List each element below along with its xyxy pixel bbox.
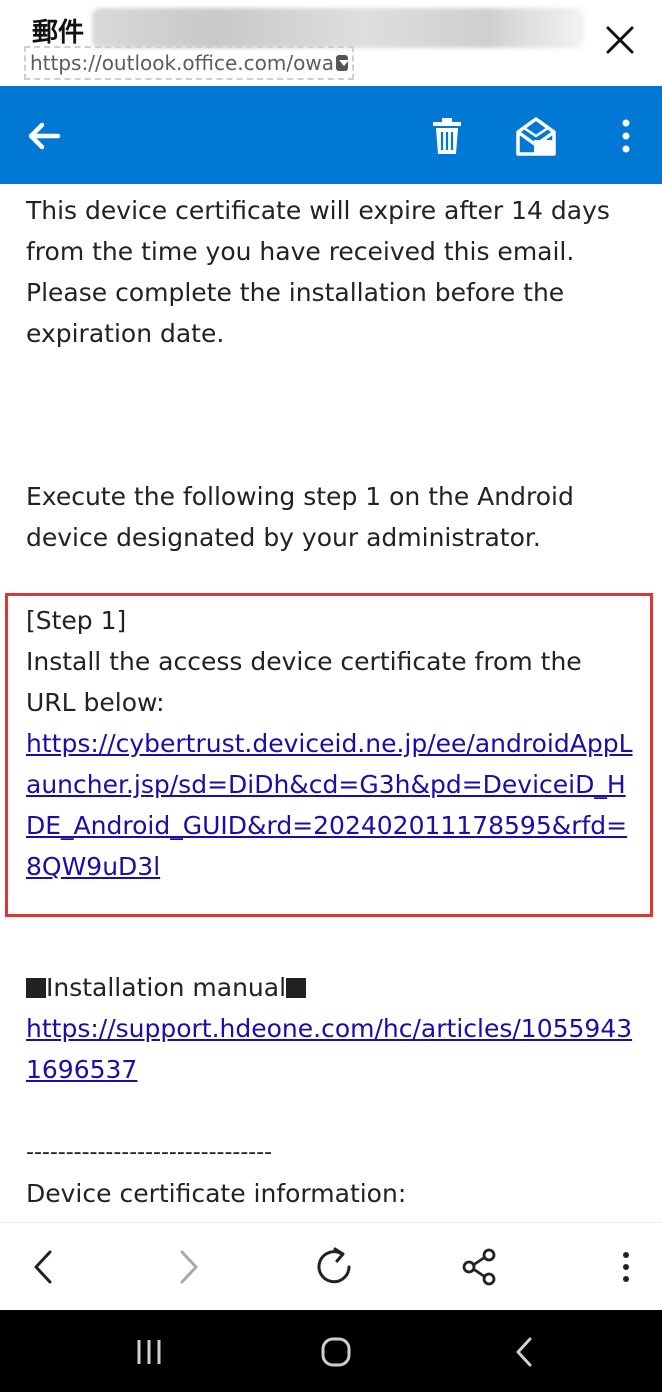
cert-info-label: Device certificate information: [26,1179,407,1208]
system-nav-bar [0,1310,662,1392]
share-icon[interactable] [455,1243,503,1291]
more-vertical-icon[interactable] [602,1243,650,1291]
browser-nav-bar [0,1222,662,1311]
mark-read-icon[interactable] [512,112,560,160]
chevron-down-icon[interactable] [335,55,350,71]
square-bullet-icon [26,978,46,998]
more-vertical-icon[interactable] [602,112,650,160]
back-icon[interactable] [20,1243,68,1291]
certificate-install-link[interactable]: https://cybertrust.deviceid.ne.jp/ee/and… [26,729,633,881]
step-heading: [Step 1] [26,606,127,635]
mail-toolbar [0,86,662,184]
square-bullet-icon [286,978,307,998]
manual-section: Installation manual https://support.hdeo… [26,967,638,1090]
instruction-paragraph: Execute the following step 1 on the Andr… [26,482,574,552]
url-text: https://outlook.office.com/owa [30,51,334,75]
reload-icon[interactable] [310,1243,358,1291]
arrow-left-icon[interactable] [20,112,68,160]
installation-manual-link[interactable]: https://support.hdeone.com/hc/articles/1… [26,1014,632,1084]
manual-label: Installation manual [46,973,287,1002]
close-icon[interactable] [598,18,642,62]
page-title: 郵件 [32,18,85,48]
recent-apps-icon[interactable] [127,1330,171,1374]
manual-heading: Installation manual [26,967,638,1008]
url-bar[interactable]: https://outlook.office.com/owa [24,46,354,80]
system-back-icon[interactable] [502,1330,546,1374]
trash-icon[interactable] [423,112,471,160]
info-section: ------------------------------- Device c… [26,1132,638,1214]
blurred-subject [92,8,584,48]
home-icon[interactable] [314,1330,358,1374]
divider-line: ------------------------------- [26,1140,273,1165]
forward-icon[interactable] [164,1243,212,1291]
step-section: [Step 1] Install the access device certi… [26,600,638,887]
step-text: Install the access device certificate fr… [26,647,582,717]
expiry-paragraph: This device certificate will expire afte… [26,196,610,348]
email-body: This device certificate will expire afte… [0,184,662,1222]
title-bar: 郵件 https://outlook.office.com/owa [0,0,662,86]
